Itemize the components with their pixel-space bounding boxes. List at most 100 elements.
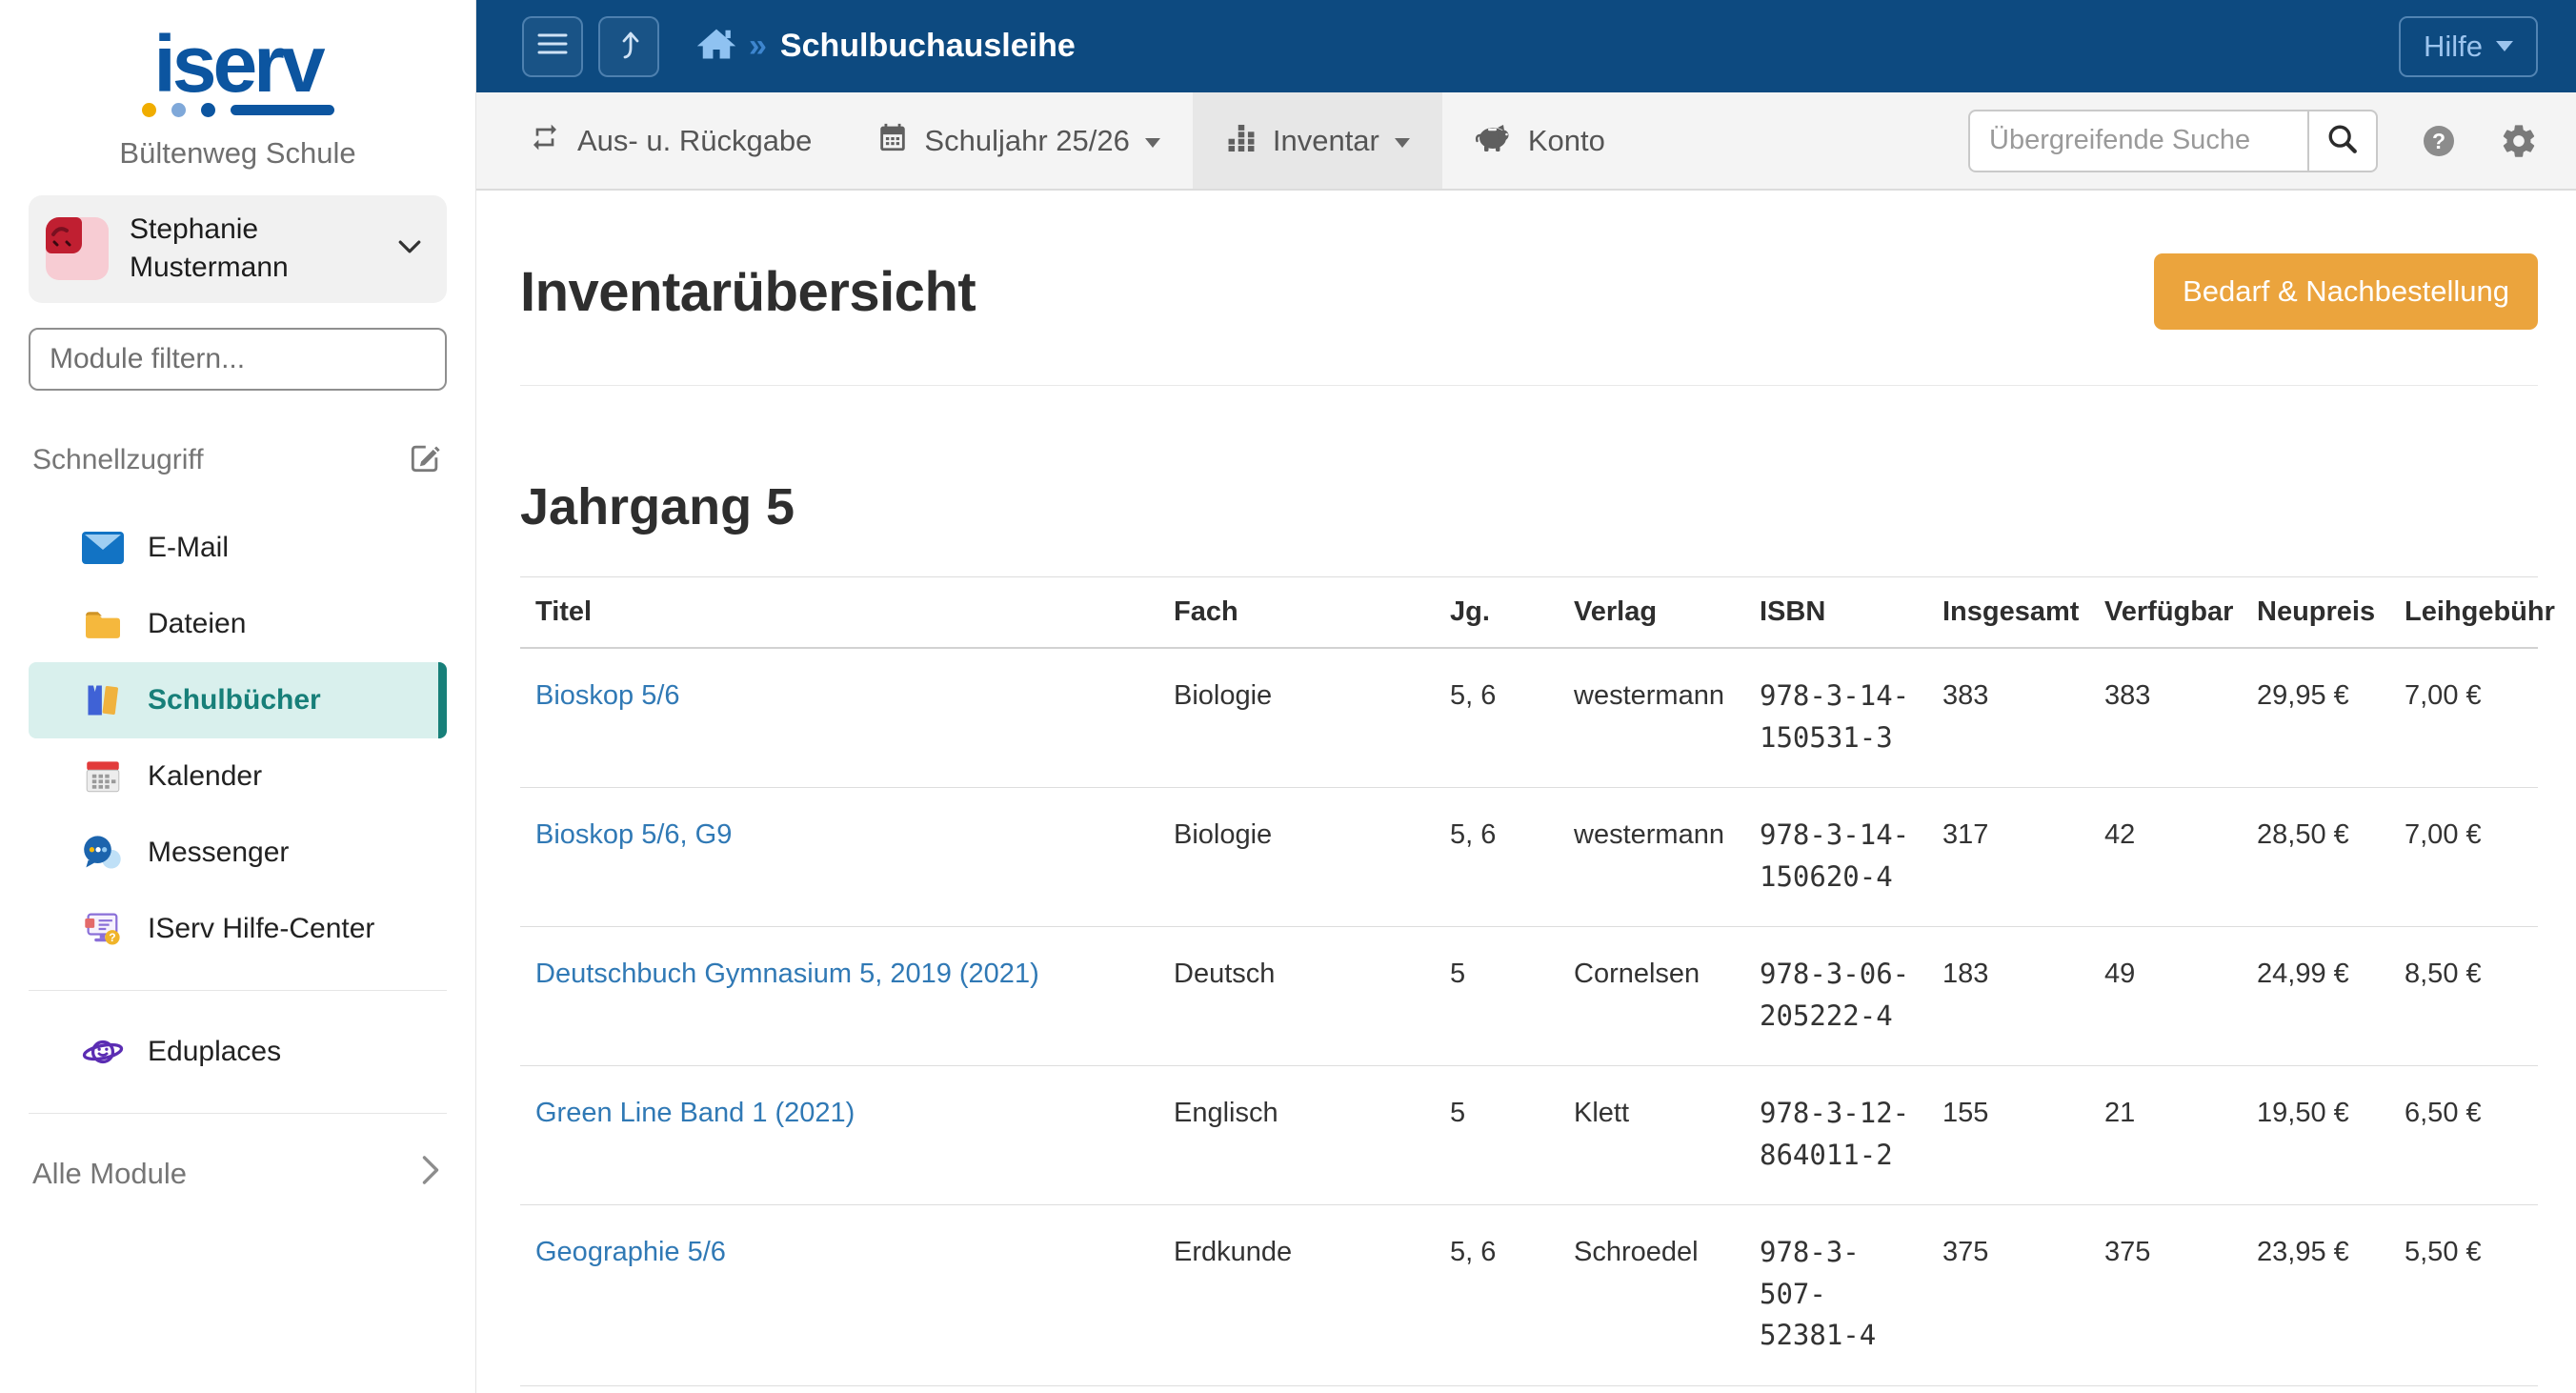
quick-access-label: Schnellzugriff: [32, 444, 204, 476]
cell-insgesamt: 375: [1927, 1204, 2089, 1385]
logo-dot-lightblue: [171, 102, 186, 117]
global-search-input[interactable]: [1968, 109, 2307, 172]
cell-neupreis: 19,50 €: [2242, 1065, 2389, 1205]
cell-leihgebuehr: 5,50 €: [2389, 1204, 2538, 1385]
inventory-icon: [1225, 121, 1258, 161]
cell-isbn: 978-3-14-150531-3: [1760, 679, 1910, 754]
col-titel: Titel: [520, 576, 1158, 649]
col-jg: Jg.: [1435, 576, 1559, 649]
col-leihgebuehr: Leihgebühr: [2389, 576, 2555, 649]
cell-jg: 5, 6: [1450, 680, 1497, 711]
app-root: iserv Bültenweg Schule Stephanie Musterm…: [0, 0, 2576, 1393]
cell-titel: Bioskop 5/6: [520, 648, 1158, 788]
logo-underline-bar: [230, 104, 334, 115]
table-header-row: Titel Fach Jg. Verlag ISBN Insgesamt Ver…: [520, 576, 2555, 649]
book-title-link[interactable]: Deutschbuch Gymnasium 5, 2019 (2021): [535, 959, 1039, 989]
table-row: Green Line Band 1 (2021) Englisch 5 Klet…: [520, 1065, 2538, 1205]
up-arrow-icon: [614, 28, 643, 65]
cell-leihgebuehr: 7,00 €: [2405, 680, 2482, 711]
breadcrumb-home-link[interactable]: [695, 26, 737, 67]
sidebar-divider: [29, 1112, 447, 1114]
help-circle-button[interactable]: ?: [2420, 122, 2458, 160]
cell-leihgebuehr: 7,00 €: [2389, 787, 2538, 927]
col-verlag: Verlag: [1559, 576, 1744, 649]
book-title-link[interactable]: Bioskop 5/6: [535, 680, 680, 711]
cell-insgesamt: 383: [1942, 680, 1989, 711]
sidebar-item-messenger[interactable]: Messenger: [29, 815, 447, 891]
cell-verfuegbar: 383: [2104, 680, 2151, 711]
cell-isbn: 978-3-12-104613-3: [1744, 1384, 1927, 1393]
avatar-pattern: [46, 217, 82, 254]
all-modules-link[interactable]: Alle Module: [32, 1154, 443, 1194]
tab-konto[interactable]: Konto: [1442, 92, 1638, 189]
cell-fach: Erdkunde: [1158, 1204, 1435, 1385]
sidebar-item-files[interactable]: Dateien: [29, 586, 447, 662]
cell-neupreis: 23,95 €: [2242, 1204, 2389, 1385]
exchange-icon: [528, 122, 562, 160]
tab-schuljahr[interactable]: Schuljahr 25/26: [844, 92, 1192, 189]
cell-neupreis: 28,50 €: [2242, 787, 2389, 927]
breadcrumb-module-title: Schulbuchausleihe: [779, 28, 1076, 64]
menu-toggle-button[interactable]: [522, 15, 583, 77]
caret-down-icon: [1394, 137, 1410, 148]
topbar: » Schulbuchausleihe Hilfe: [476, 0, 2576, 92]
edit-icon[interactable]: [407, 440, 443, 481]
col-neupreis: Neupreis: [2242, 576, 2389, 649]
col-insgesamt: Insgesamt: [1927, 576, 2089, 649]
page-content: Inventarübersicht Bedarf & Nachbestellun…: [476, 191, 2576, 1393]
cell-neupreis: 26,95 €: [2242, 1384, 2389, 1393]
sidebar-item-schulbuecher[interactable]: Schulbücher: [29, 661, 447, 738]
sidebar-item-email[interactable]: E-Mail: [29, 510, 447, 586]
cell-verfuegbar: 42: [2089, 787, 2242, 927]
cell-jg: 5: [1435, 1065, 1559, 1205]
book-title-link[interactable]: Geographie 5/6: [535, 1237, 726, 1267]
calendar-icon: [81, 758, 125, 795]
cell-insgesamt: 334: [1927, 1384, 2089, 1393]
cell-leihgebuehr: 7,00 €: [2389, 1384, 2538, 1393]
book-title-link[interactable]: Green Line Band 1 (2021): [535, 1098, 855, 1128]
breadcrumb-separator: »: [749, 28, 767, 64]
cell-fach: Deutsch: [1158, 926, 1435, 1066]
col-fach: Fach: [1158, 576, 1435, 649]
bedarf-nachbestellung-button[interactable]: Bedarf & Nachbestellung: [2154, 253, 2538, 330]
cell-fach: Erdkunde: [1158, 1384, 1435, 1393]
col-verfuegbar: Verfügbar: [2089, 576, 2242, 649]
scroll-top-button[interactable]: [598, 15, 659, 77]
search-button[interactable]: [2307, 109, 2378, 172]
cell-titel: Green Line Band 1 (2021): [520, 1065, 1158, 1205]
page-title: Inventarübersicht: [520, 260, 976, 323]
table-row: Terra Erdkunde 5 / 6 Erdkunde 5, 6 Klett…: [520, 1384, 2538, 1393]
module-subnav: Aus- u. Rückgabe Schuljahr 25/26 Inventa…: [476, 92, 2576, 191]
email-icon: [81, 531, 125, 564]
tab-inventar[interactable]: Inventar: [1192, 92, 1442, 189]
cell-titel: Deutschbuch Gymnasium 5, 2019 (2021): [520, 926, 1158, 1066]
sidebar-item-kalender[interactable]: Kalender: [29, 738, 447, 815]
cell-isbn: 978-3-14-150620-4: [1744, 787, 1927, 927]
books-icon: [81, 681, 125, 719]
messenger-icon: [81, 835, 125, 871]
sidebar-item-hilfe-center[interactable]: ? IServ Hilfe-Center: [29, 891, 447, 967]
cell-verlag: westermann: [1574, 680, 1724, 711]
table-row: Bioskop 5/6, G9 Biologie 5, 6 westermann…: [520, 787, 2538, 927]
tab-aus-u-rueckgabe[interactable]: Aus- u. Rückgabe: [495, 92, 844, 189]
module-filter-input[interactable]: [29, 327, 447, 391]
iserv-logo: iserv Bültenweg Schule: [0, 24, 475, 171]
quick-access-menu: E-Mail Dateien Schulbücher Kalender Mess…: [0, 510, 475, 967]
cell-verlag: Cornelsen: [1559, 926, 1744, 1066]
cell-fach: Englisch: [1158, 1065, 1435, 1205]
cell-verlag: Klett: [1559, 1384, 1744, 1393]
user-name: Stephanie Mustermann: [130, 212, 289, 284]
cell-isbn: 978-3-12-864011-2: [1744, 1065, 1927, 1205]
help-dropdown-button[interactable]: Hilfe: [2398, 15, 2538, 77]
files-icon: [81, 607, 125, 641]
piggy-bank-icon: [1475, 121, 1513, 161]
settings-gear-button[interactable]: [2500, 122, 2538, 160]
sidebar-item-eduplaces[interactable]: Eduplaces: [29, 1014, 447, 1090]
svg-text:?: ?: [2432, 129, 2445, 153]
cell-jg: 5, 6: [1435, 1204, 1559, 1385]
table-row: Geographie 5/6 Erdkunde 5, 6 Schroedel 9…: [520, 1204, 2538, 1385]
avatar: [46, 217, 109, 281]
book-title-link[interactable]: Bioskop 5/6, G9: [535, 819, 732, 850]
menu-icon: [536, 31, 569, 61]
user-menu[interactable]: Stephanie Mustermann: [29, 194, 447, 303]
